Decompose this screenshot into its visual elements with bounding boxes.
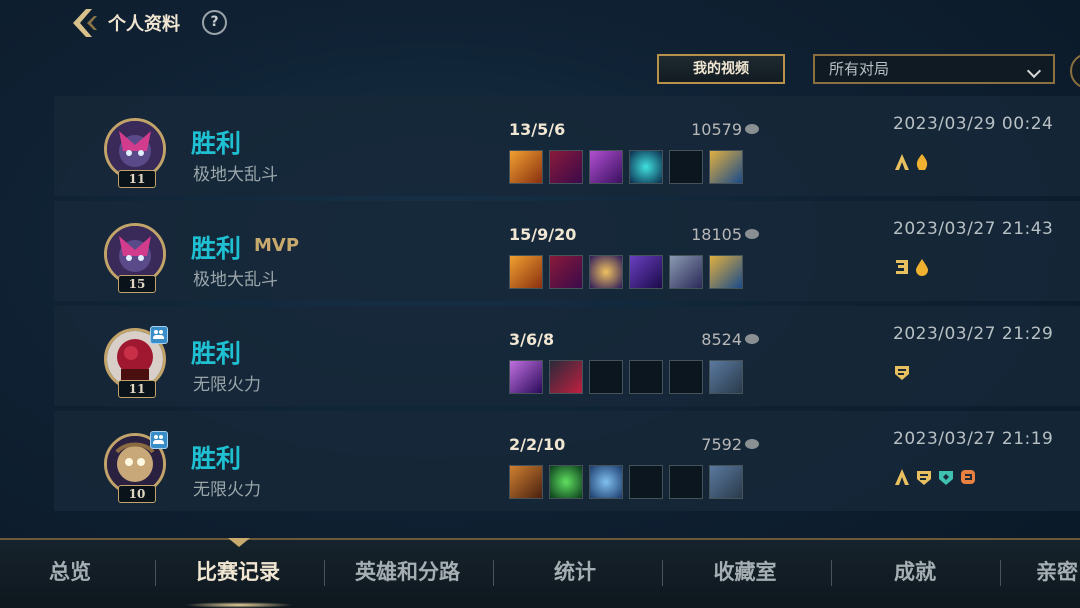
match-row[interactable]: 11 胜利 无限火力 3/6/8 8524 2023/03/27 21:29 [54,306,1080,406]
game-mode: 极地大乱斗 [193,165,278,185]
boots-slot[interactable] [709,465,743,499]
match-filter-dropdown[interactable]: 所有对局 [813,54,1055,84]
item-slot[interactable] [629,255,663,289]
party-icon [150,431,168,449]
item-slot[interactable] [669,255,703,289]
match-list: 11 胜利 极地大乱斗 13/5/6 10579 2023/03/29 00:2… [54,96,1080,516]
help-icon[interactable]: ? [202,10,227,35]
page-title: 个人资料 [108,14,180,35]
match-date: 2023/03/27 21:29 [893,324,1054,344]
filter-value: 所有对局 [829,60,890,78]
top-bar: 个人资料 ? [0,0,1080,44]
divider [155,560,156,586]
gold-coin-icon [745,229,759,239]
item-slot-empty [669,360,703,394]
tab-overview[interactable]: 总览 [20,552,120,592]
shield-swirl-icon [917,471,931,485]
back-arrow-icon[interactable] [66,6,100,40]
tab-intimacy[interactable]: 亲密 [1036,552,1080,592]
kda: 15/9/20 [509,225,577,244]
gold-amount: 8524 [701,330,742,349]
gold-amount: 10579 [691,120,742,139]
flame-icon [916,154,928,170]
match-row[interactable]: 10 胜利 无限火力 2/2/10 7592 2023/03/27 21:19 [54,411,1080,511]
chevron-down-icon [1026,63,1042,79]
item-slot[interactable] [509,360,543,394]
tab-achievements[interactable]: 成就 [865,552,965,592]
champion-level: 15 [118,275,156,293]
game-mode: 无限火力 [193,375,261,395]
item-slot[interactable] [549,360,583,394]
champion-level: 11 [118,380,156,398]
kda: 3/6/8 [509,330,555,349]
trinket-slot[interactable] [709,255,743,289]
gold-coin-icon [745,439,759,449]
e-badge-icon [896,260,908,274]
mvp-label: MVP [254,235,300,256]
champion-level: 10 [118,485,156,503]
gold-coin-icon [745,334,759,344]
item-slot-empty [629,360,663,394]
a-grade-icon [895,154,909,170]
item-slot-empty [669,465,703,499]
item-slot[interactable] [589,465,623,499]
match-result: 胜利 [191,129,242,158]
a-grade-icon [895,469,909,485]
tab-champions-roles[interactable]: 英雄和分路 [340,552,475,592]
orange-badge-icon [961,470,975,484]
bottom-nav: 总览 比赛记录 英雄和分路 统计 收藏室 成就 亲密 [0,538,1080,608]
match-row[interactable]: 15 胜利 MVP 极地大乱斗 15/9/20 18105 2023/03/27… [54,201,1080,301]
tab-collection[interactable]: 收藏室 [695,552,795,592]
match-date: 2023/03/27 21:43 [893,219,1054,239]
match-date: 2023/03/27 21:19 [893,429,1054,449]
boots-slot[interactable] [709,360,743,394]
item-slot[interactable] [549,465,583,499]
item-slot[interactable] [509,465,543,499]
my-videos-button[interactable]: 我的视频 [657,54,785,84]
trinket-slot[interactable] [709,150,743,184]
item-slot[interactable] [509,255,543,289]
item-slot-empty [589,360,623,394]
gold-amount: 7592 [701,435,742,454]
match-row[interactable]: 11 胜利 极地大乱斗 13/5/6 10579 2023/03/29 00:2… [54,96,1080,196]
item-slot[interactable] [549,150,583,184]
divider [324,560,325,586]
round-button[interactable] [1070,53,1080,89]
match-date: 2023/03/29 00:24 [893,114,1054,134]
party-icon [150,326,168,344]
kda: 13/5/6 [509,120,566,139]
droplet-icon [916,259,928,276]
active-tab-indicator [228,538,250,547]
gold-amount: 18105 [691,225,742,244]
kda: 2/2/10 [509,435,566,454]
active-tab-glow [184,602,294,608]
shield-swirl-icon [895,366,909,380]
match-result: 胜利 [191,234,242,263]
game-mode: 无限火力 [193,480,261,500]
match-result: 胜利 [191,339,242,368]
tab-match-history[interactable]: 比赛记录 [178,552,298,592]
item-slot[interactable] [549,255,583,289]
match-result: 胜利 [191,444,242,473]
gold-coin-icon [745,124,759,134]
game-mode: 极地大乱斗 [193,270,278,290]
item-slot[interactable] [629,150,663,184]
item-slot[interactable] [589,150,623,184]
item-slot-empty [629,465,663,499]
tab-stats[interactable]: 统计 [525,552,625,592]
item-slot-empty [669,150,703,184]
divider [1000,560,1001,586]
divider [662,560,663,586]
champion-level: 11 [118,170,156,188]
item-slot[interactable] [509,150,543,184]
divider [831,560,832,586]
teal-shield-icon [939,471,953,485]
divider [493,560,494,586]
item-slot[interactable] [589,255,623,289]
